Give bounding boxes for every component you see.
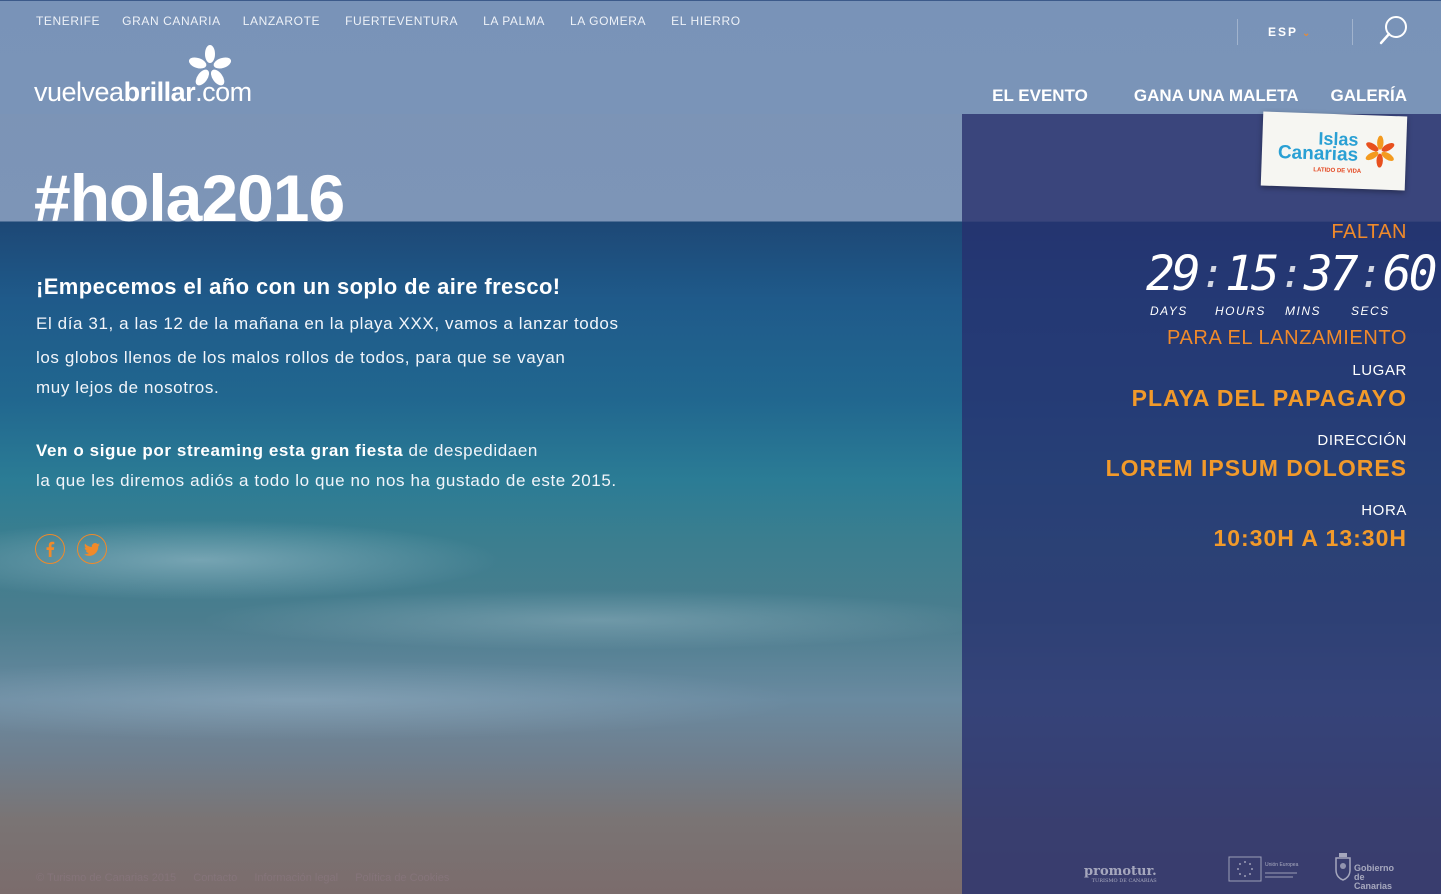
countdown-separator: : xyxy=(1358,251,1383,297)
island-link-la-palma[interactable]: LA PALMA xyxy=(483,14,545,28)
countdown-heading: FALTAN xyxy=(1331,221,1407,243)
footer-legal[interactable]: Información legal xyxy=(254,872,338,884)
hours-label: HOURS xyxy=(1215,304,1266,318)
coat-of-arms-icon xyxy=(1335,853,1351,881)
logo-part3: .com xyxy=(195,77,252,107)
hora-value: 10:30H A 13:30H xyxy=(1213,525,1407,551)
countdown-hours: 15 xyxy=(1224,246,1280,302)
days-label: DAYS xyxy=(1150,304,1188,318)
footer-cookies[interactable]: Política de Cookies xyxy=(355,872,449,884)
logo-part2: brillar xyxy=(123,77,196,107)
island-link-fuerteventura[interactable]: FUERTEVENTURA xyxy=(345,14,458,28)
hora-label: HORA xyxy=(1361,502,1407,519)
island-link-la-gomera[interactable]: LA GOMERA xyxy=(570,14,646,28)
countdown-subheading: PARA EL LANZAMIENTO xyxy=(1167,327,1407,349)
eu-label: Unión Europea xyxy=(1265,862,1299,868)
search-icon[interactable] xyxy=(1378,14,1410,46)
countdown-timer: 29 : 15 : 37 : 60 DAYS HOURS MINS SECS xyxy=(1146,248,1437,324)
promotur-subtitle: TURISMO DE CANARIAS xyxy=(1091,878,1157,884)
secs-label: SECS xyxy=(1351,304,1390,318)
nav-galeria[interactable]: GALERÍA xyxy=(1331,86,1408,106)
twitter-icon[interactable] xyxy=(77,534,107,564)
stream-bold-text: Ven o sigue por streaming esta gran fies… xyxy=(36,441,404,460)
gobierno-canarias-logo: Gobierno de Canarias xyxy=(1334,852,1404,891)
gob-line2: de Canarias xyxy=(1354,872,1393,891)
nav-el-evento[interactable]: EL EVENTO xyxy=(992,86,1088,106)
sponsor-logos: promotur. TURISMO DE CANARIAS Unión Euro… xyxy=(1084,850,1414,891)
footer-contacto[interactable]: Contacto xyxy=(193,872,237,884)
countdown-separator: : xyxy=(1279,251,1304,297)
site-header: TENERIFE GRAN CANARIA LANZAROTE FUERTEVE… xyxy=(0,0,1441,114)
promotur-name: promotur. xyxy=(1084,864,1157,879)
site-logo[interactable]: vuelveabrillar.com xyxy=(34,45,274,107)
intro-line-3: muy lejos de nosotros. xyxy=(36,378,220,397)
island-link-lanzarote[interactable]: LANZAROTE xyxy=(243,14,320,28)
lugar-value: PLAYA DEL PAPAGAYO xyxy=(1131,385,1407,411)
island-link-tenerife[interactable]: TENERIFE xyxy=(36,14,100,28)
intro-title: ¡Empecemos el año con un soplo de aire f… xyxy=(36,274,561,299)
countdown-separator: : xyxy=(1200,251,1225,297)
island-link-gran-canaria[interactable]: GRAN CANARIA xyxy=(122,14,221,28)
sun-flower-icon xyxy=(1365,135,1395,168)
hashtag-title: #hola2016 xyxy=(34,161,345,235)
social-links xyxy=(35,534,107,564)
footer-copyright: © Turismo de Canarias 2015 xyxy=(36,872,177,884)
main-nav: EL EVENTO GANA UNA MALETA GALERÍA xyxy=(992,86,1407,106)
countdown-digits: 29 : 15 : 37 : 60 xyxy=(1146,246,1438,302)
background-waves xyxy=(0,500,962,760)
lugar-label: LUGAR xyxy=(1352,362,1407,379)
footer-links: © Turismo de Canarias 2015 Contacto Info… xyxy=(36,872,463,884)
chevron-down-icon: ⌄ xyxy=(1302,28,1313,39)
island-nav: TENERIFE GRAN CANARIA LANZAROTE FUERTEVE… xyxy=(36,14,763,28)
logo-part1: vuelvea xyxy=(34,77,124,107)
language-label: ESP xyxy=(1268,25,1299,39)
countdown-secs: 60 xyxy=(1382,246,1438,302)
stream-line-2: la que les diremos adiós a todo lo que n… xyxy=(36,471,617,490)
language-selector[interactable]: ESP ⌄ xyxy=(1237,19,1353,45)
intro-line-1: El día 31, a las 12 de la mañana en la p… xyxy=(36,314,619,333)
intro-line-2: los globos llenos de los malos rollos de… xyxy=(36,348,566,367)
direccion-value: LOREM IPSUM DOLORES xyxy=(1105,455,1407,481)
mins-label: MINS xyxy=(1285,304,1321,318)
intro-body: El día 31, a las 12 de la mañana en la p… xyxy=(36,313,696,399)
promotur-logo: promotur. TURISMO DE CANARIAS xyxy=(1084,864,1157,884)
facebook-icon[interactable] xyxy=(35,534,65,564)
stream-rest-text: de despedidaen xyxy=(403,441,538,460)
badge-line2: Canarias xyxy=(1277,142,1359,166)
badge-tagline: LATIDO DE VIDA xyxy=(1313,167,1362,175)
countdown-mins: 37 xyxy=(1303,246,1359,302)
logo-wordmark: vuelveabrillar.com xyxy=(34,77,252,108)
islas-canarias-badge[interactable]: Islas Canarias LATIDO DE VIDA xyxy=(1260,111,1408,191)
stream-text: Ven o sigue por streaming esta gran fies… xyxy=(36,436,716,496)
island-link-el-hierro[interactable]: EL HIERRO xyxy=(671,14,741,28)
direccion-label: DIRECCIÓN xyxy=(1317,432,1407,449)
nav-gana-una-maleta[interactable]: GANA UNA MALETA xyxy=(1134,86,1299,106)
countdown-days: 29 xyxy=(1146,246,1201,302)
eu-flag-icon: Unión Europea xyxy=(1228,856,1299,882)
